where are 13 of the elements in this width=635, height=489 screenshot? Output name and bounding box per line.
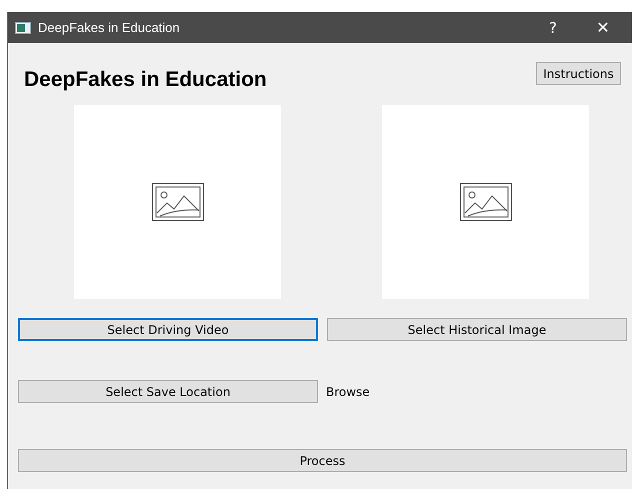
image-placeholder-icon bbox=[460, 183, 512, 221]
app-heading: DeepFakes in Education bbox=[24, 68, 267, 92]
driving-video-button[interactable]: Select Driving Video bbox=[18, 318, 318, 341]
save-path-label: Browse bbox=[326, 384, 370, 398]
window-title: DeepFakes in Education bbox=[38, 20, 180, 35]
historical-image-button[interactable]: Select Historical Image bbox=[327, 318, 627, 341]
process-button[interactable]: Process bbox=[18, 449, 627, 472]
image-placeholder-icon bbox=[152, 183, 204, 221]
app-icon bbox=[15, 22, 31, 34]
help-button[interactable]: ? bbox=[528, 12, 578, 43]
instructions-button[interactable]: Instructions bbox=[536, 62, 621, 85]
close-button[interactable]: ✕ bbox=[578, 12, 628, 43]
save-location-button[interactable]: Select Save Location bbox=[18, 380, 318, 403]
